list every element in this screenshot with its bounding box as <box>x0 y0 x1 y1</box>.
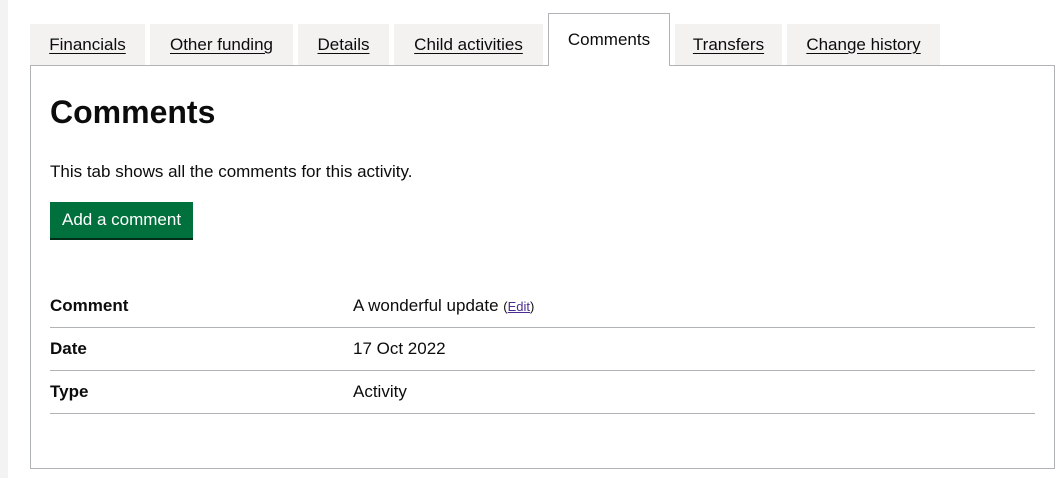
comment-value-cell: A wonderful update (Edit) <box>353 296 1035 316</box>
tab-details[interactable]: Details <box>298 24 389 66</box>
tab-financials[interactable]: Financials <box>30 24 145 66</box>
type-key: Type <box>50 382 89 401</box>
tab-list: Financials Other funding Details Child a… <box>30 13 1048 66</box>
edit-comment-link[interactable]: Edit <box>508 299 530 314</box>
tab-comments[interactable]: Comments <box>548 13 670 66</box>
comments-panel: Comments This tab shows all the comments… <box>30 65 1055 469</box>
summary-row-comment: Comment A wonderful update (Edit) <box>50 284 1035 328</box>
intro-text: This tab shows all the comments for this… <box>50 162 413 181</box>
edit-close-paren: ) <box>530 298 535 314</box>
comment-summary-list: Comment A wonderful update (Edit) Date 1… <box>50 284 1035 414</box>
date-value: 17 Oct 2022 <box>353 339 446 358</box>
tab-child-activities[interactable]: Child activities <box>394 24 543 66</box>
comment-key: Comment <box>50 295 129 315</box>
summary-row-type: Type Activity <box>50 371 1035 414</box>
tab-transfers[interactable]: Transfers <box>675 24 782 66</box>
page-title: Comments <box>50 94 216 130</box>
date-key: Date <box>50 339 87 358</box>
add-comment-button[interactable]: Add a comment <box>50 202 194 238</box>
page: Financials Other funding Details Child a… <box>8 0 1056 478</box>
comment-value: A wonderful update <box>353 295 499 315</box>
edit-link-wrapper: (Edit) <box>503 299 534 314</box>
summary-row-date: Date 17 Oct 2022 <box>50 328 1035 371</box>
type-value: Activity <box>353 382 407 401</box>
tab-change-history[interactable]: Change history <box>787 24 940 66</box>
tab-other-funding[interactable]: Other funding <box>150 24 293 66</box>
